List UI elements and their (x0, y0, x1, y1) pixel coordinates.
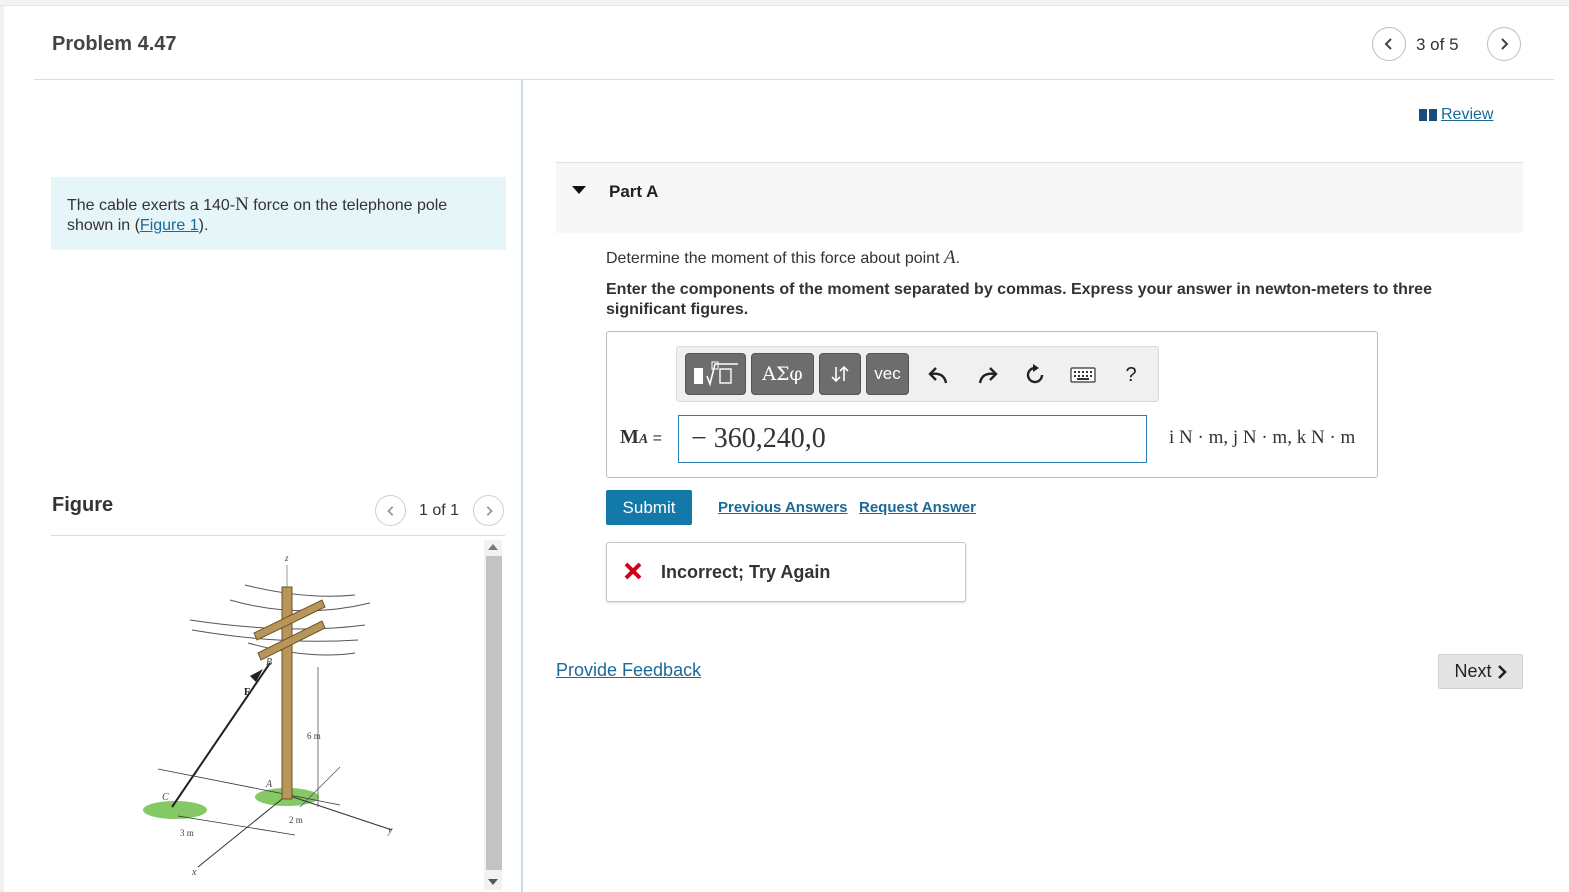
chevron-left-icon (386, 505, 393, 516)
part-a-header[interactable] (556, 163, 1523, 233)
label-F: F (244, 687, 250, 698)
undo-button[interactable] (924, 360, 954, 390)
answer-label-subscript: A (638, 432, 649, 447)
answer-label-equals: = (648, 430, 663, 447)
redo-icon (978, 367, 998, 384)
answer-units: i N · m, j N · m, k N · m (1169, 427, 1356, 448)
help-button[interactable]: ? (1116, 360, 1146, 390)
intro-unit: N (235, 194, 249, 215)
label-z: z (284, 553, 289, 563)
intro-text: The cable exerts a 140- (67, 197, 236, 214)
chevron-right-icon (1497, 664, 1507, 679)
cable-CB (171, 662, 271, 808)
arrows-icon (831, 365, 849, 383)
intro-text-end: ). (198, 217, 209, 234)
part-a-title: Part A (609, 182, 659, 201)
chevron-right-icon (1501, 38, 1509, 50)
collapse-caret-icon[interactable] (572, 186, 586, 194)
feedback-message: Incorrect; Try Again (661, 562, 831, 582)
chevron-right-icon (486, 505, 493, 516)
question-point: A (943, 247, 956, 268)
reset-icon (1026, 364, 1044, 384)
problem-title: Problem 4.47 (52, 33, 177, 55)
previous-answers-link[interactable]: Previous Answers (718, 499, 848, 516)
greek-symbols-button[interactable]: ΑΣφ (751, 353, 814, 395)
question-text: Determine the moment of this force about… (606, 247, 960, 269)
header-divider (34, 79, 1554, 80)
next-problem-button[interactable] (1487, 27, 1521, 61)
label-x: x (191, 867, 197, 878)
answer-label-M: M (620, 426, 639, 448)
reset-button[interactable] (1020, 360, 1050, 390)
window-top-strip (0, 0, 1569, 6)
problem-intro: The cable exerts a 140-N force on the te… (51, 177, 506, 250)
next-figure-button[interactable] (473, 495, 504, 526)
templates-button[interactable] (685, 353, 746, 395)
wire-4 (244, 584, 356, 597)
x-axis (197, 794, 288, 868)
scroll-up-arrow[interactable] (488, 544, 498, 550)
dim-2m: 2 m (289, 815, 303, 825)
arrows-button[interactable] (819, 353, 861, 395)
label-y: y (387, 825, 393, 836)
wire-3 (229, 599, 371, 612)
keyboard-button[interactable] (1068, 360, 1098, 390)
help-icon: ? (1125, 363, 1137, 386)
column-divider (521, 80, 523, 892)
figure-pagination: 1 of 1 (419, 502, 460, 519)
greek-icon: ΑΣφ (762, 363, 803, 385)
question-body: Determine the moment of this force about… (606, 250, 944, 267)
next-button[interactable]: Next (1438, 654, 1523, 689)
answer-input[interactable]: − 360,240,0 (678, 415, 1147, 463)
window-left-edge (0, 6, 4, 892)
prev-problem-button[interactable] (1372, 27, 1406, 61)
dim-6m: 6 m (307, 731, 321, 741)
telephone-pole-figure: z y x B F A C 6 m 2 m 3 m (143, 553, 393, 878)
label-C: C (162, 792, 169, 803)
dim-3m: 3 m (180, 828, 194, 838)
problem-pagination: 3 of 5 (1416, 35, 1459, 54)
figure-scroll-thumb[interactable] (486, 556, 502, 870)
answer-label: MA = (620, 426, 662, 449)
keyboard-icon (1070, 367, 1096, 383)
answer-instructions: Enter the components of the moment separ… (606, 281, 1432, 318)
submit-button[interactable]: Submit (606, 490, 692, 525)
next-label: Next (1454, 661, 1492, 681)
request-answer-link[interactable]: Request Answer (859, 499, 976, 516)
scroll-down-arrow[interactable] (488, 879, 498, 885)
figure-heading: Figure (52, 494, 114, 516)
review-link[interactable]: Review (1419, 106, 1493, 124)
label-A: A (265, 779, 273, 790)
label-B: B (266, 657, 272, 668)
provide-feedback-link[interactable]: Provide Feedback (556, 660, 701, 681)
figure-link[interactable]: Figure 1 (140, 217, 199, 234)
redo-button[interactable] (972, 360, 1002, 390)
review-label: Review (1441, 106, 1494, 123)
vec-icon: vec (874, 364, 901, 383)
incorrect-x-icon (624, 562, 642, 580)
book-icon (1419, 109, 1437, 121)
figure-divider (51, 535, 505, 536)
chevron-left-icon (1384, 38, 1392, 50)
templates-icon (693, 361, 738, 387)
question-end: . (955, 250, 961, 267)
vector-button[interactable]: vec (866, 353, 909, 395)
prev-figure-button[interactable] (375, 495, 406, 526)
dim-line-2m (177, 815, 296, 836)
undo-icon (928, 367, 948, 384)
